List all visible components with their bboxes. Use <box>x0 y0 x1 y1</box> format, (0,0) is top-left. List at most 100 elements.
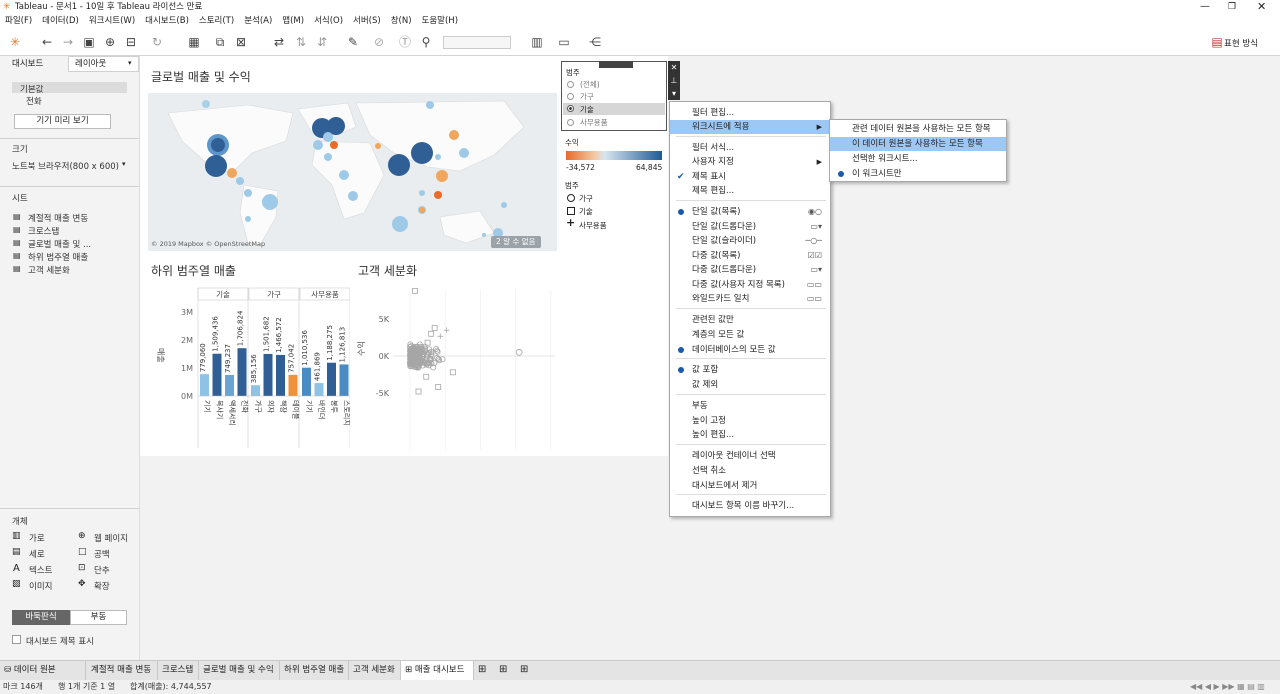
world-map[interactable]: © 2019 Mapbox © OpenStreetMap 2 알 수 없음 <box>148 93 557 251</box>
menu-worksheet[interactable]: 워크시트(W) <box>84 14 140 29</box>
device-phone[interactable]: 전화 <box>26 95 42 107</box>
clear-icon[interactable]: ⊠ <box>234 35 248 49</box>
menu-analysis[interactable]: 분석(A) <box>239 14 277 29</box>
context-menu-item[interactable]: 값 포함 <box>670 363 830 377</box>
category-filter-card[interactable]: 범주 (전체) 가구 기술 사무용품 <box>561 61 667 131</box>
context-menu-item[interactable]: 레이아웃 컨테이너 선택 <box>670 449 830 463</box>
menu-dashboard[interactable]: 대시보드(B) <box>140 14 194 29</box>
tab-dashboard-active[interactable]: ⊞ 매출 대시보드 <box>401 661 474 680</box>
context-menu-item[interactable]: 선택 취소 <box>670 464 830 478</box>
show-title-checkbox[interactable] <box>12 635 21 644</box>
object-web-page[interactable]: 웹 페이지 <box>94 532 128 544</box>
menu-server[interactable]: 서버(S) <box>348 14 386 29</box>
presentation-mode-icon[interactable]: ▭ <box>557 35 571 49</box>
submenu-item[interactable]: 관련 데이터 원본을 사용하는 모든 항목 <box>830 122 1006 136</box>
unknown-locations-badge[interactable]: 2 알 수 없음 <box>491 236 541 248</box>
chevron-down-icon[interactable]: ▾ <box>122 160 126 168</box>
pin-icon[interactable]: ⚲ <box>419 35 433 49</box>
restore-icon[interactable]: ❐ <box>1228 0 1236 14</box>
sort-desc-icon[interactable]: ⇵ <box>315 35 329 49</box>
object-text[interactable]: 텍스트 <box>29 564 52 576</box>
close-icon[interactable]: ✕ <box>668 61 680 74</box>
scatter-chart[interactable]: 05001000150020005K0K-5K수익배송 비용++ <box>350 280 560 450</box>
sheet-item[interactable]: 고객 세분화 <box>28 264 70 276</box>
context-menu-item[interactable]: 사용자 지정 ▶ <box>670 155 830 169</box>
object-horizontal[interactable]: 가로 <box>29 532 45 544</box>
sheet-item[interactable]: 하위 범주열 매출 <box>28 251 88 263</box>
context-menu-item[interactable]: 제목 편집... <box>670 184 830 198</box>
show-cards-icon[interactable]: ▥ <box>530 35 544 49</box>
sheet-item[interactable]: 계절적 매출 변동 <box>28 212 88 224</box>
radio-furniture[interactable] <box>567 93 574 100</box>
tableau-home-icon[interactable]: ✳ <box>8 35 22 49</box>
submenu-item[interactable]: 선택한 워크시트... <box>830 152 1006 166</box>
tab-data-source[interactable]: ⛁ 데이터 원본 <box>0 661 86 680</box>
tab-sheet[interactable]: 고객 세분화 <box>349 661 401 680</box>
context-menu-item[interactable]: 부동 <box>670 399 830 413</box>
more-options-icon[interactable]: ▾ <box>668 87 680 100</box>
option-all[interactable]: (전체) <box>580 79 600 90</box>
refresh-icon[interactable]: ↻ <box>150 35 164 49</box>
context-menu-item[interactable]: 대시보드에서 제거 <box>670 479 830 493</box>
context-menu-item[interactable]: 필터 편집... <box>670 106 830 120</box>
tab-sheet[interactable]: 하위 범주열 매출 <box>280 661 349 680</box>
menu-format[interactable]: 서식(O) <box>309 14 348 29</box>
sheet-item[interactable]: 크로스탭 <box>28 225 59 237</box>
context-menu-item[interactable]: 관련된 값만 <box>670 313 830 327</box>
context-menu-item[interactable]: 대시보드 항목 이름 바꾸기... <box>670 499 830 513</box>
context-menu-item[interactable]: 필터 서식... <box>670 141 830 155</box>
group-icon[interactable]: ⊘ <box>372 35 386 49</box>
context-menu-item[interactable]: 다중 값(드롭다운) ▭▾ <box>670 263 830 277</box>
radio-office[interactable] <box>567 119 574 126</box>
submenu-item[interactable]: 이 워크시트만 <box>830 167 1006 181</box>
new-worksheet-icon[interactable]: ⊞ <box>478 664 486 675</box>
context-menu-item[interactable]: 높이 고정 <box>670 414 830 428</box>
new-story-icon[interactable]: ⊞ <box>520 664 528 675</box>
drag-handle[interactable] <box>599 61 633 68</box>
tab-sheet[interactable]: 크로스탭 <box>158 661 199 680</box>
tiled-toggle[interactable]: 바둑판식 <box>12 610 70 625</box>
context-menu-item[interactable]: 다중 값(사용자 지정 목록) ▭▭ <box>670 278 830 292</box>
menu-file[interactable]: 파일(F) <box>0 14 37 29</box>
submenu-item[interactable]: 이 데이터 원본을 사용하는 모든 항목 <box>830 137 1006 151</box>
tab-dashboard[interactable]: 대시보드 <box>0 56 68 72</box>
context-menu-item[interactable]: 다중 값(목록) ☑☑ <box>670 249 830 263</box>
sheet-item[interactable]: 글로벌 매출 및 ... <box>28 238 91 250</box>
context-menu-item[interactable]: 계층의 모든 값 <box>670 328 830 342</box>
show-me-label[interactable]: 표현 방식 <box>1224 37 1258 49</box>
context-menu-item[interactable]: 제목 표시 ✔ <box>670 170 830 184</box>
object-vertical[interactable]: 세로 <box>29 548 45 560</box>
radio-all[interactable] <box>567 81 574 88</box>
object-button[interactable]: 단추 <box>94 564 110 576</box>
share-icon[interactable]: ⋲ <box>588 35 602 49</box>
object-image[interactable]: 이미지 <box>29 580 52 592</box>
pin-icon[interactable]: ⊥ <box>668 74 680 87</box>
pane-menu-icon[interactable]: ▾ <box>128 59 132 67</box>
highlight-icon[interactable]: ✎ <box>346 35 360 49</box>
option-office[interactable]: 사무용품 <box>580 117 608 128</box>
context-menu-item[interactable]: 워크시트에 적용 ▶ <box>670 120 830 134</box>
redo-icon[interactable]: → <box>61 35 75 49</box>
context-menu-item[interactable]: 높이 편집... <box>670 428 830 442</box>
save-icon[interactable]: ▣ <box>82 35 96 49</box>
undo-icon[interactable]: ← <box>40 35 54 49</box>
menu-map[interactable]: 맵(M) <box>277 14 309 29</box>
device-preview-button[interactable]: 기기 미리 보기 <box>14 114 111 129</box>
sheet-navigation-icon[interactable]: ◀◀ ◀ ▶ ▶▶ ▦ ▤ ▥ <box>1190 680 1265 694</box>
menu-window[interactable]: 창(N) <box>386 14 417 29</box>
size-dropdown[interactable]: 노트북 브라우저(800 x 600) <box>12 160 119 172</box>
option-technology[interactable]: 기술 <box>580 104 594 115</box>
context-menu-item[interactable]: 와일드카드 일치 ▭▭ <box>670 292 830 306</box>
sort-asc-icon[interactable]: ⇅ <box>294 35 308 49</box>
tab-sheet[interactable]: 글로벌 매출 및 수익 <box>199 661 280 680</box>
option-furniture[interactable]: 가구 <box>580 91 594 102</box>
bar-chart[interactable]: 3M 2M 1M 0M 매출 기술 779,060 기기 1,509,436 복사기 749,237… <box>140 280 350 450</box>
show-me-icon[interactable]: ▤ <box>1210 35 1224 49</box>
object-blank[interactable]: 공백 <box>94 548 110 560</box>
context-menu-item[interactable]: 단일 값(슬라이더) ─○─ <box>670 234 830 248</box>
context-menu-item[interactable]: 값 제외 <box>670 378 830 392</box>
menu-story[interactable]: 스토리(T) <box>194 14 239 29</box>
labels-icon[interactable]: Ⓣ <box>398 35 412 49</box>
minimize-icon[interactable]: — <box>1200 0 1210 14</box>
selected-option-row[interactable] <box>563 103 665 115</box>
